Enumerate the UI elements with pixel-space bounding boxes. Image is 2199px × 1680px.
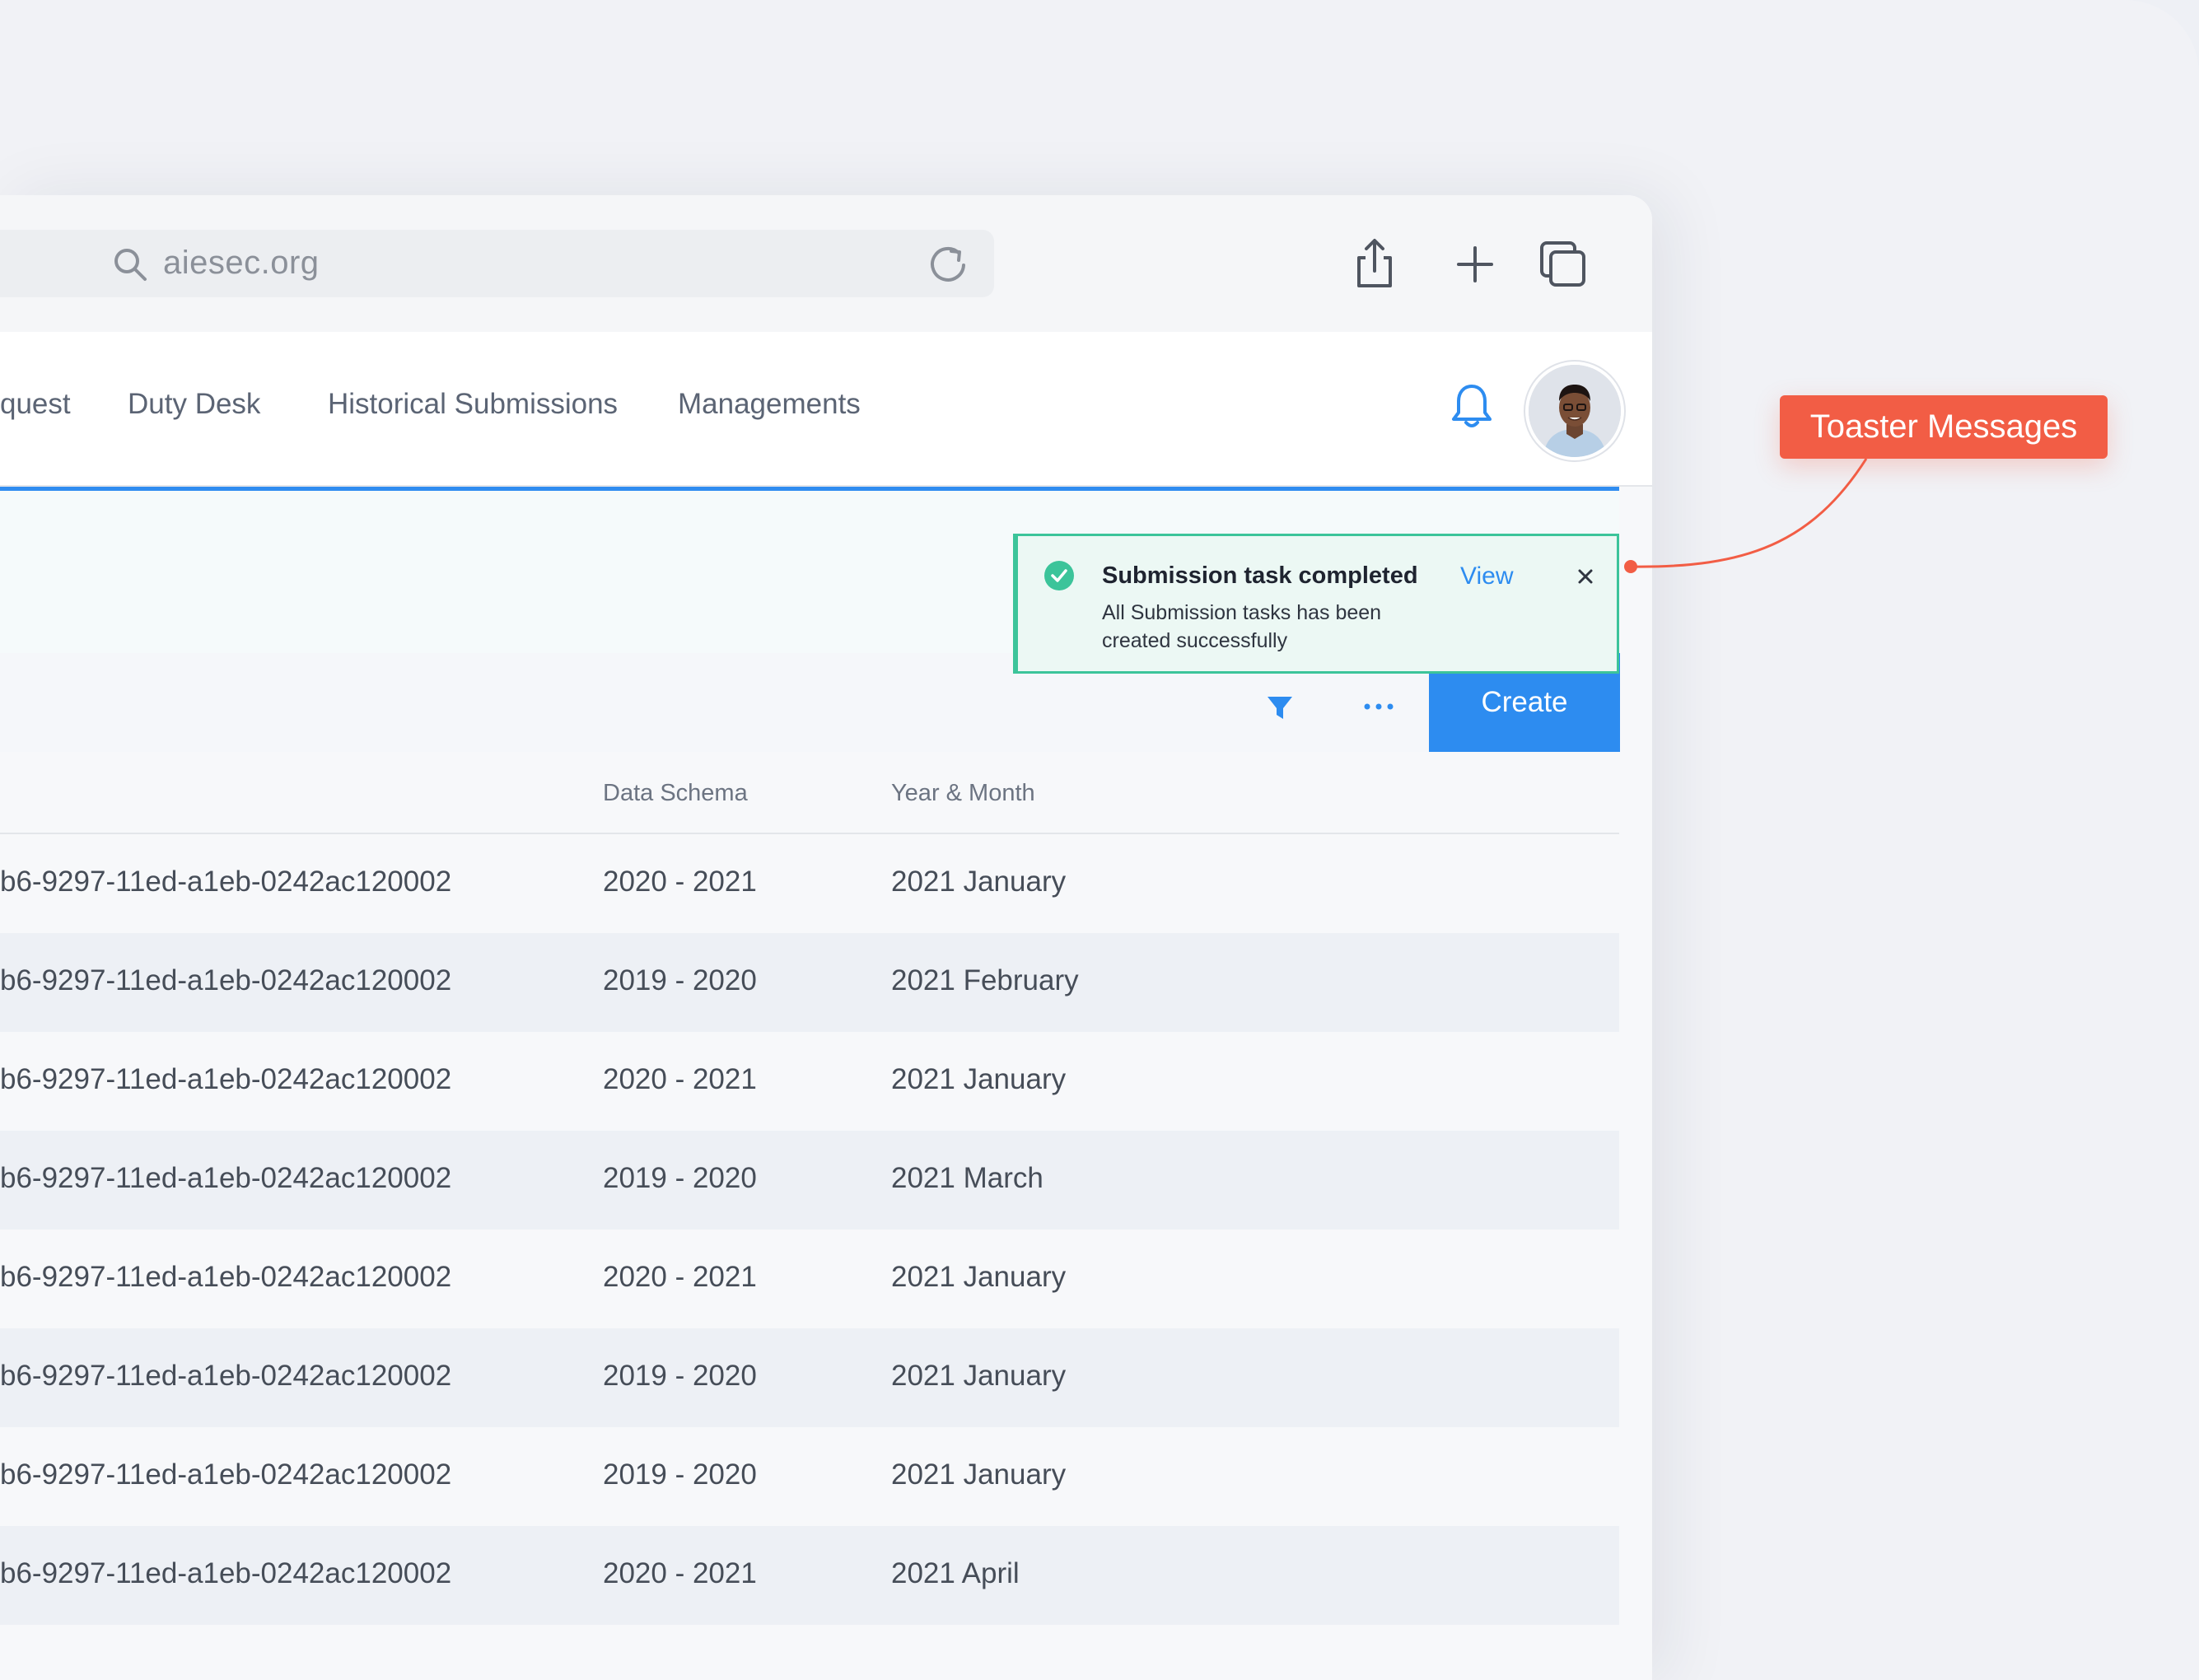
nav-item-managements[interactable]: Managements: [678, 388, 861, 421]
column-header-data-schema[interactable]: Data Schema: [603, 780, 748, 807]
browser-toolbar: aiesec.org: [0, 195, 1652, 332]
share-icon[interactable]: [1349, 236, 1400, 291]
more-icon[interactable]: [1363, 694, 1394, 719]
toast-notification: Submission task completed All Submission…: [1013, 534, 1619, 674]
table-header: Data Schema Year & Month: [0, 752, 1619, 834]
cell-year-month: 2021 January: [891, 1261, 1067, 1293]
cell-data-schema: 2019 - 2020: [603, 964, 757, 996]
cell-year-month: 2021 March: [891, 1162, 1043, 1194]
bell-icon[interactable]: [1450, 381, 1494, 432]
plus-icon[interactable]: [1450, 236, 1501, 291]
cell-id: b6-9297-11ed-a1eb-0242ac120002: [0, 1458, 452, 1491]
tabs-icon[interactable]: [1538, 236, 1590, 291]
cell-id: b6-9297-11ed-a1eb-0242ac120002: [0, 1261, 452, 1293]
table-row[interactable]: b6-9297-11ed-a1eb-0242ac120002 2020 - 20…: [0, 1526, 1619, 1625]
cell-id: b6-9297-11ed-a1eb-0242ac120002: [0, 866, 452, 898]
cell-data-schema: 2020 - 2021: [603, 1063, 757, 1095]
table-row[interactable]: b6-9297-11ed-a1eb-0242ac120002 2019 - 20…: [0, 933, 1619, 1032]
address-bar[interactable]: aiesec.org: [0, 230, 994, 297]
cell-data-schema: 2019 - 2020: [603, 1360, 757, 1392]
cell-data-schema: 2020 - 2021: [603, 1261, 757, 1293]
toast-view-link[interactable]: View: [1460, 562, 1513, 590]
cell-year-month: 2021 January: [891, 1360, 1067, 1392]
cell-year-month: 2021 April: [891, 1557, 1020, 1589]
avatar[interactable]: [1529, 365, 1621, 457]
cell-data-schema: 2019 - 2020: [603, 1162, 757, 1194]
browser-window: aiesec.org quest Duty Desk Historical Su…: [0, 195, 1652, 1680]
annotation-label: Toaster Messages: [1780, 395, 2108, 459]
search-icon: [114, 249, 147, 281]
cell-id: b6-9297-11ed-a1eb-0242ac120002: [0, 1162, 452, 1194]
toast-message: All Submission tasks has been created su…: [1102, 601, 1382, 652]
user-avatar-icon: [1529, 365, 1621, 457]
cell-data-schema: 2020 - 2021: [603, 1557, 757, 1589]
cell-year-month: 2021 January: [891, 1063, 1067, 1095]
url-text: aiesec.org: [163, 245, 320, 281]
table-row[interactable]: b6-9297-11ed-a1eb-0242ac120002 2019 - 20…: [0, 1328, 1619, 1427]
table-row[interactable]: b6-9297-11ed-a1eb-0242ac120002 2019 - 20…: [0, 1427, 1619, 1526]
column-header-year-month[interactable]: Year & Month: [891, 780, 1035, 807]
toast-title: Submission task completed: [1102, 562, 1418, 589]
nav-item-duty-desk[interactable]: Duty Desk: [128, 388, 260, 421]
nav-item-request[interactable]: quest: [0, 388, 71, 421]
table-row[interactable]: b6-9297-11ed-a1eb-0242ac120002 2019 - 20…: [0, 1131, 1619, 1230]
app-nav: quest Duty Desk Historical Submissions M…: [0, 332, 1652, 487]
cell-id: b6-9297-11ed-a1eb-0242ac120002: [0, 1360, 452, 1392]
table-body: b6-9297-11ed-a1eb-0242ac120002 2020 - 20…: [0, 834, 1619, 1625]
table-row[interactable]: b6-9297-11ed-a1eb-0242ac120002 2020 - 20…: [0, 1230, 1619, 1328]
cell-year-month: 2021 January: [891, 1458, 1067, 1491]
close-icon[interactable]: [1573, 564, 1598, 589]
cell-id: b6-9297-11ed-a1eb-0242ac120002: [0, 1063, 452, 1095]
check-circle-icon: [1044, 561, 1074, 590]
nav-item-historical-submissions[interactable]: Historical Submissions: [328, 388, 618, 421]
cell-year-month: 2021 February: [891, 964, 1079, 996]
cell-year-month: 2021 January: [891, 866, 1067, 898]
cell-data-schema: 2020 - 2021: [603, 866, 757, 898]
cell-data-schema: 2019 - 2020: [603, 1458, 757, 1491]
cell-id: b6-9297-11ed-a1eb-0242ac120002: [0, 1557, 452, 1589]
filter-icon[interactable]: [1266, 694, 1294, 722]
table-row[interactable]: b6-9297-11ed-a1eb-0242ac120002 2020 - 20…: [0, 1032, 1619, 1131]
cell-id: b6-9297-11ed-a1eb-0242ac120002: [0, 964, 452, 996]
reload-icon[interactable]: [926, 243, 970, 287]
table-row[interactable]: b6-9297-11ed-a1eb-0242ac120002 2020 - 20…: [0, 834, 1619, 933]
